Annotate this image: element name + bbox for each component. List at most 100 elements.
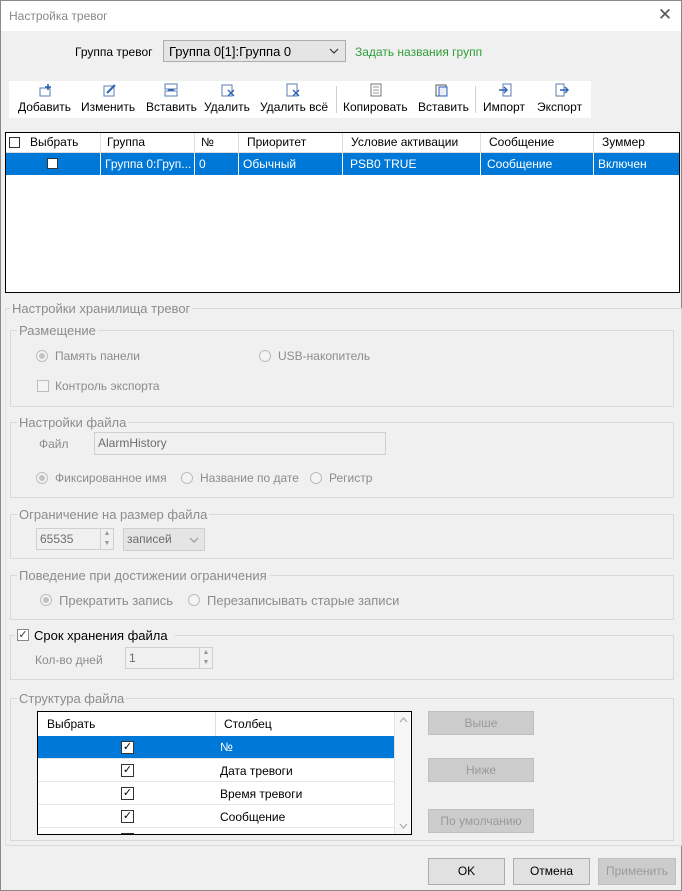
column-header-message[interactable]: Сообщение	[481, 133, 594, 153]
table-row[interactable]: Группа 0:Груп... 0 Обычный PSB0 TRUE Соо…	[6, 153, 679, 175]
default-button[interactable]: По умолчанию	[428, 809, 534, 833]
table-cell[interactable]: Обычный	[239, 153, 343, 175]
retention-checkbox[interactable]: ✓	[17, 629, 29, 641]
export-label: Экспорт	[537, 100, 583, 114]
group-select[interactable]: Группа 0[1]:Группа 0	[163, 40, 346, 62]
row-checkbox[interactable]: ✓	[121, 787, 134, 800]
import-button[interactable]: Импорт	[479, 81, 531, 118]
column-header-select[interactable]: Выбрать	[6, 133, 101, 153]
row-checkbox[interactable]	[121, 833, 134, 834]
file-structure-title: Структура файла	[17, 691, 127, 706]
header-label: Выбрать	[30, 135, 79, 149]
file-structure-table[interactable]: Выбрать Столбец ✓ № ✓ Дата тревоги ✓ Вре…	[37, 711, 412, 835]
title-bar: Настройка тревог ✕	[1, 1, 681, 31]
structure-row[interactable]: ✓ Дата тревоги	[38, 759, 394, 782]
size-limit-input[interactable]: 65535 ▲ ▼	[36, 528, 114, 550]
apply-button[interactable]: Применить	[598, 858, 676, 885]
move-down-button[interactable]: Ниже	[428, 758, 534, 782]
delete-all-label: Удалить всё	[260, 100, 329, 114]
structure-row-partial	[38, 828, 394, 834]
by-date-radio[interactable]	[181, 472, 193, 484]
add-icon	[39, 84, 51, 97]
delete-all-icon	[286, 83, 300, 97]
header-label: Приоритет	[247, 135, 307, 149]
fixed-name-radio[interactable]	[36, 472, 48, 484]
days-input[interactable]: 1 ▲ ▼	[125, 647, 213, 669]
structure-header-select[interactable]: Выбрать	[47, 717, 95, 731]
import-label: Импорт	[483, 100, 525, 114]
table-cell-select[interactable]	[6, 153, 101, 175]
row-checkbox[interactable]: ✓	[121, 741, 134, 754]
window-title: Настройка тревог	[9, 9, 108, 23]
file-label: Файл	[39, 437, 69, 451]
table-cell[interactable]: Группа 0:Груп...	[101, 153, 195, 175]
paste-icon	[435, 84, 448, 97]
size-unit-select[interactable]: записей	[123, 528, 205, 551]
file-name-input[interactable]: AlarmHistory	[94, 432, 386, 455]
row-checkbox[interactable]: ✓	[121, 810, 134, 823]
vertical-scrollbar[interactable]	[394, 712, 411, 834]
select-all-checkbox[interactable]	[9, 137, 20, 148]
edit-label: Изменить	[81, 100, 136, 114]
scroll-up-icon[interactable]	[399, 717, 408, 723]
table-cell[interactable]: Включен	[594, 153, 679, 175]
copy-icon	[370, 83, 382, 97]
structure-row[interactable]: ✓ №	[38, 736, 394, 759]
spin-up-icon[interactable]: ▲	[100, 529, 113, 539]
paste-button[interactable]: Вставить	[413, 81, 471, 118]
header-label: Зуммер	[602, 135, 645, 149]
column-header-priority[interactable]: Приоритет	[239, 133, 343, 153]
structure-row-label: Сообщение	[220, 810, 286, 824]
structure-row[interactable]: ✓ Сообщение	[38, 805, 394, 828]
group-label: Группа тревог	[75, 45, 153, 59]
placement-title: Размещение	[17, 323, 98, 338]
structure-header: Выбрать Столбец	[38, 712, 394, 737]
spin-up-icon[interactable]: ▲	[199, 648, 212, 658]
set-group-names-link[interactable]: Задать названия групп	[355, 45, 482, 59]
cancel-button[interactable]: Отмена	[513, 858, 590, 885]
table-cell[interactable]: Сообщение	[481, 153, 594, 175]
add-button[interactable]: Добавить	[14, 81, 78, 118]
panel-memory-label: Память панели	[55, 349, 140, 363]
overwrite-radio[interactable]	[188, 594, 200, 606]
spin-down-icon[interactable]: ▼	[100, 539, 113, 549]
table-cell[interactable]: 0	[195, 153, 239, 175]
import-icon	[499, 83, 512, 97]
column-header-buzzer[interactable]: Зуммер	[594, 133, 679, 153]
row-checkbox[interactable]: ✓	[121, 764, 134, 777]
structure-row[interactable]: ✓ Время тревоги	[38, 782, 394, 805]
structure-header-column[interactable]: Столбец	[224, 717, 272, 731]
chevron-down-icon	[189, 537, 199, 543]
toolbar-separator	[475, 86, 476, 113]
alarm-settings-dialog: Настройка тревог ✕ Группа тревог Группа …	[0, 0, 682, 891]
register-radio[interactable]	[310, 472, 322, 484]
export-icon	[555, 83, 569, 97]
copy-button[interactable]: Копировать	[340, 81, 412, 118]
usb-radio[interactable]	[259, 350, 271, 362]
insert-button[interactable]: Вставить	[142, 81, 200, 118]
panel-memory-radio[interactable]	[36, 350, 48, 362]
column-header-number[interactable]: №	[195, 133, 239, 153]
table-cell[interactable]: PSB0 TRUE	[343, 153, 481, 175]
column-header-group[interactable]: Группа	[101, 133, 195, 153]
row-select-checkbox[interactable]	[47, 158, 58, 169]
delete-all-button[interactable]: Удалить всё	[256, 81, 331, 118]
stop-recording-radio[interactable]	[40, 594, 52, 606]
ok-button[interactable]: OK	[428, 858, 505, 885]
delete-button[interactable]: Удалить	[201, 81, 255, 118]
export-button[interactable]: Экспорт	[533, 81, 591, 118]
column-header-condition[interactable]: Условие активации	[343, 133, 481, 153]
spin-down-icon[interactable]: ▼	[199, 658, 212, 668]
export-control-label: Контроль экспорта	[55, 379, 160, 393]
register-label: Регистр	[329, 471, 373, 485]
size-limit-title: Ограничение на размер файла	[17, 507, 210, 522]
structure-row-label: №	[220, 740, 233, 754]
alarm-table[interactable]: Выбрать Группа № Приоритет Условие актив…	[5, 132, 680, 293]
move-up-button[interactable]: Выше	[428, 711, 534, 735]
header-label: №	[201, 135, 214, 149]
close-icon[interactable]: ✕	[655, 5, 675, 25]
scroll-down-icon[interactable]	[399, 823, 408, 829]
edit-button[interactable]: Изменить	[79, 81, 141, 118]
edit-icon	[103, 84, 116, 97]
export-control-checkbox[interactable]	[37, 380, 49, 392]
